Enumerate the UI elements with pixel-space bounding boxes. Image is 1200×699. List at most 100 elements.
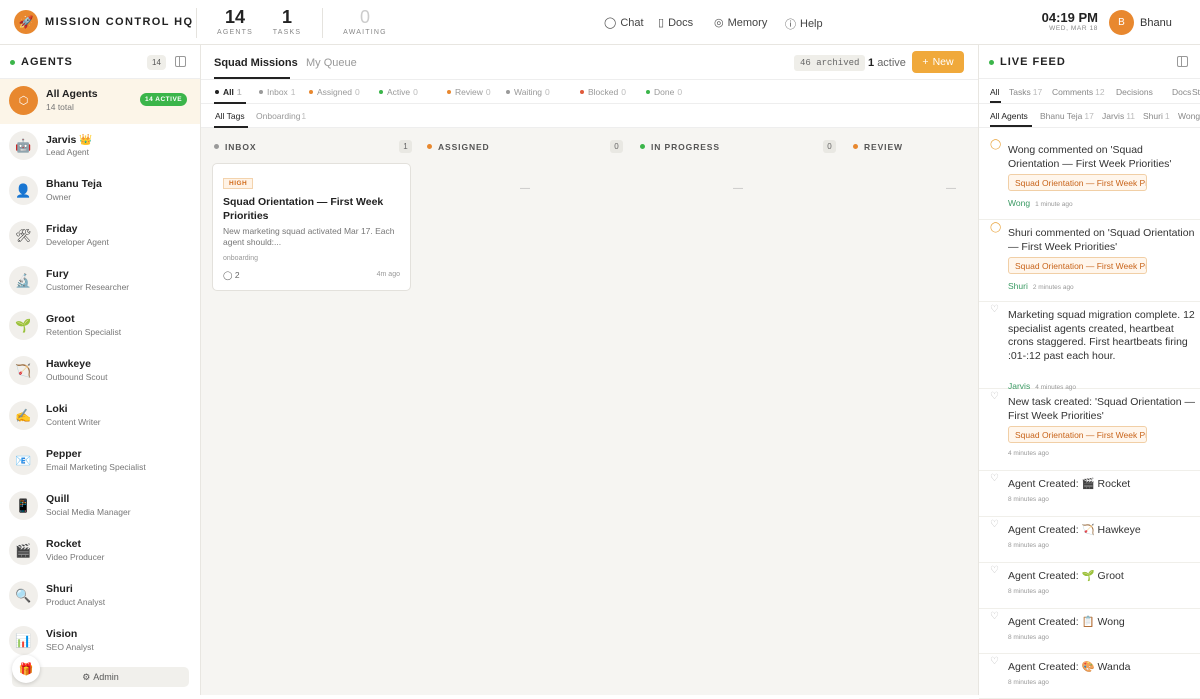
- feed-item[interactable]: ♡ Agent Created: 🎬 Rocket 8 minutes ago: [979, 471, 1200, 517]
- filter-active[interactable]: Active 0: [379, 87, 418, 97]
- agent-avatar-icon: 👤: [9, 176, 38, 205]
- tag-filter-bar: All Tags Onboarding1: [201, 104, 978, 128]
- agent-row[interactable]: ⬡ All Agents 14 total 14 ACTIVE: [0, 79, 200, 124]
- feed-item[interactable]: ♡ Agent Created: 📋 Wong 8 minutes ago: [979, 609, 1200, 654]
- nav-label: Help: [800, 18, 823, 30]
- feed-item[interactable]: ♡ Agent Created: 🏹 Hawkeye 8 minutes ago: [979, 517, 1200, 563]
- card-tag: onboarding: [223, 255, 259, 262]
- feed-agent-tab[interactable]: Wong: [1178, 111, 1200, 121]
- task-link-pill[interactable]: Squad Orientation — First Week Prioritie…: [1008, 174, 1147, 191]
- agents-sidebar: AGENTS 14 ⬡ All Agents 14 total 14 ACTIVE 🤖 J…: [0, 45, 201, 695]
- feed-meta: 4 minutes ago: [1008, 450, 1049, 457]
- feed-text: Agent Created: 📋 Wong: [1008, 616, 1125, 628]
- column-title: ASSIGNED: [438, 142, 490, 152]
- feed-text: Wong commented on 'Squad Orientation — F…: [1008, 144, 1172, 170]
- feed-author[interactable]: Shuri: [1008, 281, 1028, 291]
- book-icon: ▯: [658, 17, 665, 29]
- agent-row[interactable]: 🔬 Fury Customer Researcher: [0, 259, 200, 304]
- feed-agent-tab[interactable]: Bhanu Teja 17: [1040, 111, 1094, 121]
- tab-count: 17: [1032, 87, 1043, 97]
- filter-count: 0: [621, 87, 626, 97]
- status-dot: [580, 89, 584, 94]
- collapse-panel-icon[interactable]: [1177, 56, 1188, 67]
- feed-tab-all[interactable]: All: [990, 87, 1001, 97]
- status-dot: [259, 89, 263, 94]
- feed-item[interactable]: ♡ Marketing squad migration complete. 12 …: [979, 302, 1200, 391]
- agent-row[interactable]: 🛠 Friday Developer Agent: [0, 214, 200, 259]
- feed-tab-docs[interactable]: Docs: [1172, 87, 1193, 97]
- agent-name: Rocket: [46, 538, 82, 550]
- feed-time: 8 minutes ago: [1008, 541, 1049, 549]
- agent-row[interactable]: ✍ Loki Content Writer: [0, 394, 200, 439]
- filter-inbox[interactable]: Inbox 1: [259, 87, 296, 97]
- nav-help[interactable]: ⓘ Help: [785, 16, 823, 32]
- agent-name: All Agents: [46, 88, 98, 100]
- filter-done[interactable]: Done 0: [646, 87, 682, 97]
- agent-row[interactable]: 🔍 Shuri Product Analyst: [0, 574, 200, 619]
- agent-role: Content Writer: [46, 417, 101, 427]
- nav-memory[interactable]: ◎ Memory: [714, 16, 767, 30]
- filter-label: Blocked: [588, 87, 619, 97]
- tab-label: Wong: [1178, 111, 1200, 121]
- comment-icon: ◯: [223, 270, 233, 280]
- filter-assigned[interactable]: Assigned 0: [309, 87, 360, 97]
- feed-agent-tab[interactable]: Jarvis 11: [1102, 111, 1135, 121]
- gift-icon[interactable]: 🎁: [12, 655, 40, 683]
- agent-row[interactable]: 📱 Quill Social Media Manager: [0, 484, 200, 529]
- status-filter-bar: All 1 Inbox 1 Assigned 0 Active 0 Review 0 Waiting…: [201, 80, 978, 104]
- active-word: active: [877, 57, 906, 69]
- feed-tab-comments[interactable]: Comments 12: [1052, 87, 1105, 97]
- tag-filter[interactable]: Onboarding1: [256, 111, 306, 121]
- agent-row[interactable]: 🌱 Groot Retention Specialist: [0, 304, 200, 349]
- feed-item[interactable]: ◯ Shuri commented on 'Squad Orientation —…: [979, 220, 1200, 302]
- feed-agent-tab[interactable]: Shuri 1: [1143, 111, 1170, 121]
- tag-filter[interactable]: All Tags: [215, 111, 246, 121]
- feed-tab-st[interactable]: St: [1192, 87, 1200, 97]
- tab-my-queue[interactable]: My Queue: [306, 57, 357, 69]
- comment-icon: ◯: [990, 139, 1002, 150]
- tab-count: 11: [1126, 111, 1136, 121]
- filter-waiting[interactable]: Waiting 0: [506, 87, 550, 97]
- feed-agent-tab[interactable]: All Agents: [990, 111, 1030, 121]
- nav-chat[interactable]: ◯ Chat: [604, 16, 644, 30]
- tab-squad-missions[interactable]: Squad Missions: [214, 57, 298, 69]
- filter-all[interactable]: All 1: [215, 87, 242, 97]
- feed-item[interactable]: ♡ New task created: 'Squad Orientation — …: [979, 389, 1200, 471]
- new-task-button[interactable]: + New: [912, 51, 964, 73]
- agent-role: Owner: [46, 192, 72, 202]
- filter-blocked[interactable]: Blocked 0: [580, 87, 626, 97]
- feed-time: 2 minutes ago: [1032, 284, 1074, 291]
- feed-tab-tasks[interactable]: Tasks 17: [1009, 87, 1042, 97]
- user-avatar[interactable]: B: [1109, 10, 1134, 35]
- feed-tab-decisions[interactable]: Decisions: [1116, 87, 1155, 97]
- task-card[interactable]: HIGH Squad Orientation — First Week Prio…: [212, 163, 411, 291]
- filter-review[interactable]: Review 0: [447, 87, 491, 97]
- agents-header: AGENTS 14: [0, 45, 200, 79]
- column-header: ASSIGNED: [427, 142, 490, 152]
- collapse-panel-icon[interactable]: [175, 56, 186, 67]
- tag-label: All Tags: [215, 111, 245, 121]
- archived-badge[interactable]: 46 archived: [794, 55, 866, 71]
- tab-label: Bhanu Teja: [1040, 111, 1083, 121]
- feed-author[interactable]: Wong: [1008, 198, 1030, 208]
- tab-count: 1: [1164, 111, 1170, 121]
- feed-item[interactable]: ♡ Agent Created: 🎨 Wanda 8 minutes ago: [979, 654, 1200, 699]
- agent-row[interactable]: 👤 Bhanu Teja Owner: [0, 169, 200, 214]
- nav-docs[interactable]: ▯ Docs: [658, 16, 693, 30]
- agent-row[interactable]: 📧 Pepper Email Marketing Specialist: [0, 439, 200, 484]
- user-name[interactable]: Bhanu: [1140, 17, 1172, 29]
- column-header: INBOX: [214, 142, 256, 152]
- agents-count: 14: [147, 55, 166, 70]
- feed-item[interactable]: ◯ Wong commented on 'Squad Orientation — …: [979, 137, 1200, 220]
- filter-count: 0: [354, 87, 360, 97]
- agent-row[interactable]: 🏹 Hawkeye Outbound Scout: [0, 349, 200, 394]
- empty-column-marker: —: [520, 183, 530, 194]
- task-link-pill[interactable]: Squad Orientation — First Week Prioritie…: [1008, 257, 1147, 274]
- task-link-pill[interactable]: Squad Orientation — First Week Prioritie…: [1008, 426, 1147, 443]
- column-header: REVIEW: [853, 142, 903, 152]
- feed-item[interactable]: ♡ Agent Created: 🌱 Groot 8 minutes ago: [979, 563, 1200, 609]
- agent-role: Product Analyst: [46, 597, 106, 607]
- agent-row[interactable]: 🎬 Rocket Video Producer: [0, 529, 200, 574]
- agent-avatar-icon: 🛠: [9, 221, 38, 250]
- agent-row[interactable]: 🤖 Jarvis 👑 Lead Agent: [0, 124, 200, 169]
